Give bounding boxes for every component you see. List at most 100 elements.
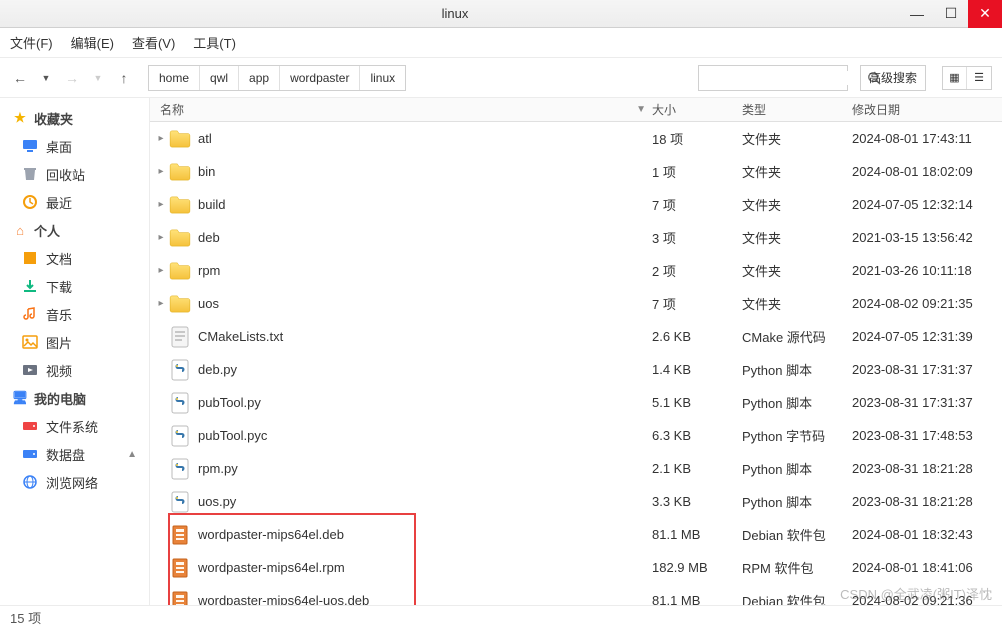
col-name[interactable]: 名称▼ [150, 101, 652, 118]
file-row[interactable]: ▸ uos 7 项 文件夹 2024-08-02 09:21:35 [150, 287, 1002, 320]
menu-edit[interactable]: 编辑(E) [71, 33, 114, 52]
file-size: 2.1 KB [652, 461, 742, 476]
col-date[interactable]: 修改日期 [852, 101, 1002, 118]
col-size[interactable]: 大小 [652, 101, 742, 118]
expand-icon[interactable]: ▸ [154, 199, 168, 210]
picture-icon [22, 334, 38, 350]
file-type: Python 字节码 [742, 426, 852, 445]
view-list-button[interactable]: ☰ [967, 67, 991, 89]
sidebar-item-label: 文档 [46, 249, 72, 268]
file-name: uos.py [198, 494, 652, 509]
toolbar: ← ▼ → ▼ ↑ homeqwlappwordpasterlinux 高级搜索… [0, 58, 1002, 98]
file-row[interactable]: ▸ rpm 2 项 文件夹 2021-03-26 10:11:18 [150, 254, 1002, 287]
file-icon [168, 226, 192, 250]
minimize-button[interactable]: — [900, 0, 934, 28]
file-row[interactable]: deb.py 1.4 KB Python 脚本 2023-08-31 17:31… [150, 353, 1002, 386]
breadcrumb-segment[interactable]: linux [360, 66, 405, 90]
file-type: CMake 源代码 [742, 327, 852, 346]
file-size: 7 项 [652, 195, 742, 214]
file-type: Python 脚本 [742, 360, 852, 379]
file-size: 1.4 KB [652, 362, 742, 377]
sidebar-item-label: 图片 [46, 333, 72, 352]
titlebar: linux — ☐ ✕ [0, 0, 1002, 28]
file-row[interactable]: pubTool.pyc 6.3 KB Python 字节码 2023-08-31… [150, 419, 1002, 452]
file-row[interactable]: wordpaster-mips64el-uos.deb 81.1 MB Debi… [150, 584, 1002, 605]
expand-icon[interactable]: ▸ [154, 133, 168, 144]
menu-tools[interactable]: 工具(T) [193, 33, 236, 52]
close-button[interactable]: ✕ [968, 0, 1002, 28]
sidebar-item[interactable]: 最近 [0, 188, 149, 216]
sidebar-item-label: 视频 [46, 361, 72, 380]
sidebar-item[interactable]: 文档 [0, 244, 149, 272]
expand-icon[interactable]: ▸ [154, 232, 168, 243]
nav-forward-menu[interactable]: ▼ [88, 68, 108, 88]
file-row[interactable]: ▸ build 7 项 文件夹 2024-07-05 12:32:14 [150, 188, 1002, 221]
search-box[interactable] [698, 65, 848, 91]
file-icon [168, 193, 192, 217]
breadcrumb-segment[interactable]: qwl [200, 66, 239, 90]
file-name: deb [198, 230, 652, 245]
file-size: 18 项 [652, 129, 742, 148]
file-type: RPM 软件包 [742, 558, 852, 577]
view-grid-button[interactable]: ▦ [943, 67, 967, 89]
breadcrumb-segment[interactable]: wordpaster [280, 66, 360, 90]
expand-icon[interactable]: ▸ [154, 265, 168, 276]
nav-back-button[interactable]: ← [10, 68, 30, 88]
file-name: atl [198, 131, 652, 146]
sidebar-item-label: 下载 [46, 277, 72, 296]
sidebar-item[interactable]: 浏览网络 [0, 468, 149, 496]
file-date: 2023-08-31 17:31:37 [852, 395, 1002, 410]
file-row[interactable]: rpm.py 2.1 KB Python 脚本 2023-08-31 18:21… [150, 452, 1002, 485]
breadcrumb-segment[interactable]: home [149, 66, 200, 90]
file-date: 2024-08-01 18:32:43 [852, 527, 1002, 542]
file-icon [168, 490, 192, 514]
nav-back-menu[interactable]: ▼ [36, 68, 56, 88]
file-size: 3 项 [652, 228, 742, 247]
file-row[interactable]: ▸ atl 18 项 文件夹 2024-08-01 17:43:11 [150, 122, 1002, 155]
file-icon [168, 391, 192, 415]
sidebar-item[interactable]: 数据盘 ▲ [0, 440, 149, 468]
file-row[interactable]: ▸ deb 3 项 文件夹 2021-03-15 13:56:42 [150, 221, 1002, 254]
file-row[interactable]: ▸ bin 1 项 文件夹 2024-08-01 18:02:09 [150, 155, 1002, 188]
download-icon [22, 278, 38, 294]
file-row[interactable]: CMakeLists.txt 2.6 KB CMake 源代码 2024-07-… [150, 320, 1002, 353]
sidebar-item-label: 数据盘 [46, 445, 85, 464]
nav-forward-button[interactable]: → [62, 68, 82, 88]
file-icon [168, 589, 192, 606]
file-row[interactable]: pubTool.py 5.1 KB Python 脚本 2023-08-31 1… [150, 386, 1002, 419]
menu-view[interactable]: 查看(V) [132, 33, 175, 52]
sidebar-item-label: 文件系统 [46, 417, 98, 436]
file-date: 2024-08-01 17:43:11 [852, 131, 1002, 146]
file-type: 文件夹 [742, 294, 852, 313]
file-name: deb.py [198, 362, 652, 377]
file-size: 182.9 MB [652, 560, 742, 575]
sidebar-item[interactable]: 桌面 [0, 132, 149, 160]
sidebar-item[interactable]: 回收站 [0, 160, 149, 188]
maximize-button[interactable]: ☐ [934, 0, 968, 28]
expand-icon[interactable]: ▸ [154, 166, 168, 177]
sidebar-item-label: 音乐 [46, 305, 72, 324]
sidebar-item[interactable]: 下载 [0, 272, 149, 300]
sidebar-item[interactable]: 视频 [0, 356, 149, 384]
file-row[interactable]: uos.py 3.3 KB Python 脚本 2023-08-31 18:21… [150, 485, 1002, 518]
search-input[interactable] [699, 71, 866, 85]
sidebar-item[interactable]: 文件系统 [0, 412, 149, 440]
breadcrumb-segment[interactable]: app [239, 66, 280, 90]
sidebar: ★收藏夹桌面回收站最近⌂个人文档下载音乐图片视频🖥我的电脑文件系统数据盘▲浏览网… [0, 98, 150, 605]
col-type[interactable]: 类型 [742, 101, 852, 118]
sidebar-item[interactable]: 图片 [0, 328, 149, 356]
menu-file[interactable]: 文件(F) [10, 33, 53, 52]
file-date: 2024-07-05 12:31:39 [852, 329, 1002, 344]
expand-icon[interactable]: ▸ [154, 298, 168, 309]
sidebar-item[interactable]: 音乐 [0, 300, 149, 328]
file-name: wordpaster-mips64el.deb [198, 527, 652, 542]
nav-up-button[interactable]: ↑ [114, 68, 134, 88]
file-size: 81.1 MB [652, 527, 742, 542]
file-row[interactable]: wordpaster-mips64el.rpm 182.9 MB RPM 软件包… [150, 551, 1002, 584]
file-date: 2024-08-01 18:02:09 [852, 164, 1002, 179]
file-size: 6.3 KB [652, 428, 742, 443]
advanced-search-button[interactable]: 高级搜索 [860, 65, 926, 91]
file-icon [168, 424, 192, 448]
eject-icon[interactable]: ▲ [127, 449, 137, 460]
file-row[interactable]: wordpaster-mips64el.deb 81.1 MB Debian 软… [150, 518, 1002, 551]
